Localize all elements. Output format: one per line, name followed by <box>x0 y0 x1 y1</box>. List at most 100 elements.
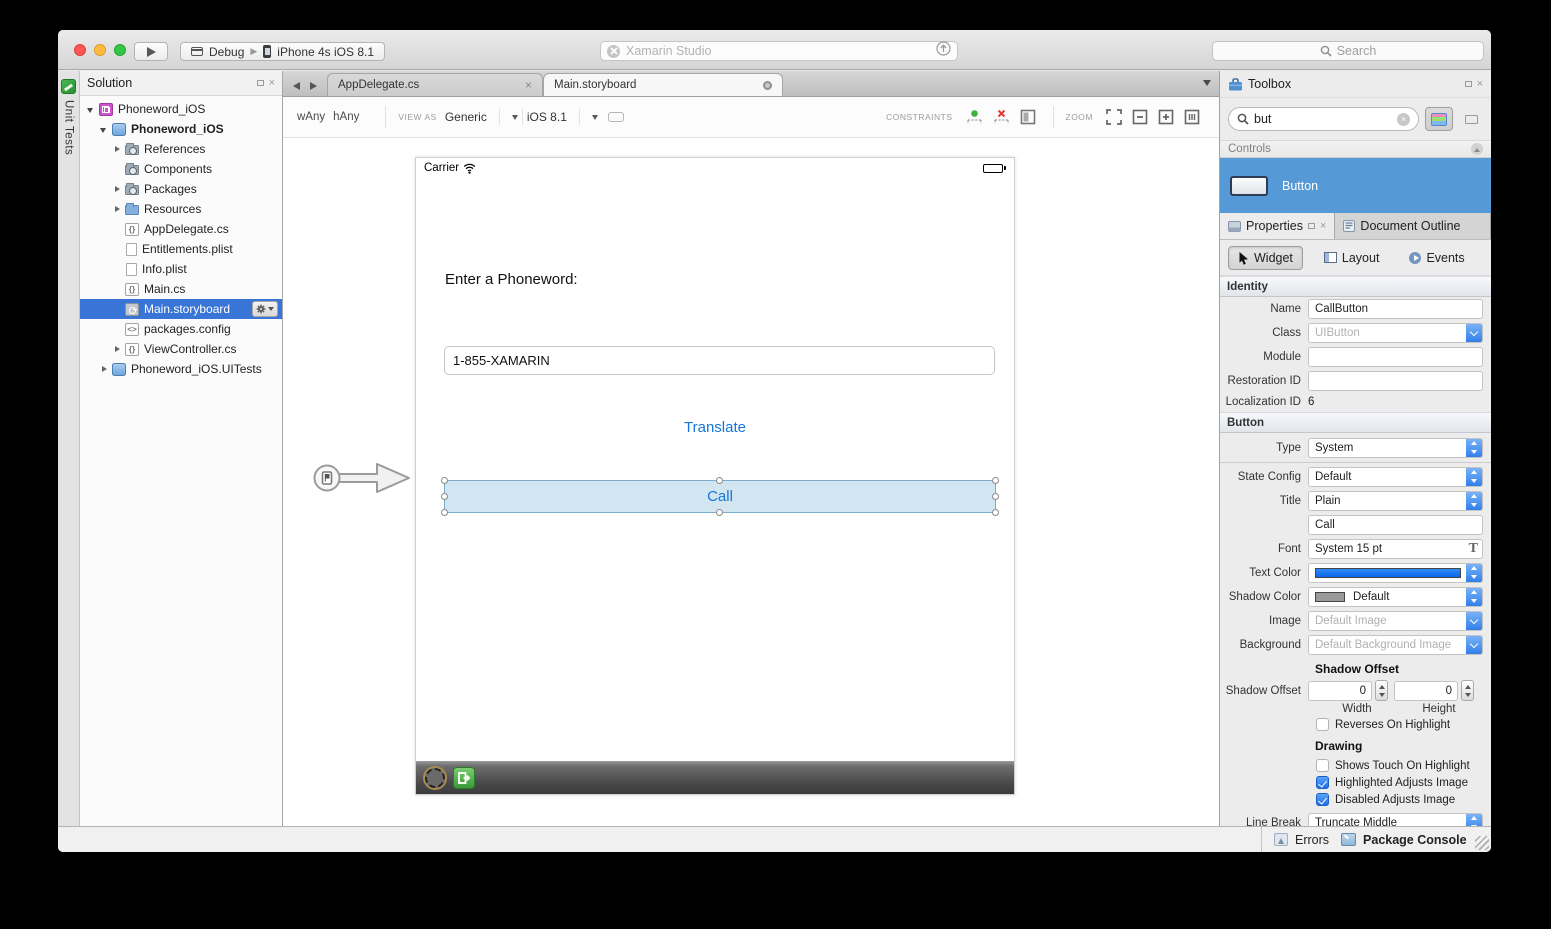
global-search-input[interactable]: Search <box>1212 41 1484 61</box>
navigate-back-icon[interactable] <box>293 82 300 90</box>
first-responder-icon[interactable] <box>425 768 445 788</box>
dropdown-chevron-icon[interactable] <box>1466 635 1483 655</box>
exit-segue-icon[interactable] <box>453 767 475 789</box>
mode-widget-button[interactable]: Widget <box>1228 246 1303 270</box>
disclosure-down-icon[interactable] <box>86 104 97 115</box>
clear-constraints-icon[interactable] <box>993 109 1010 126</box>
errors-pad-button[interactable]: Errors <box>1262 833 1329 847</box>
image-combo[interactable]: Default Image <box>1308 611 1483 631</box>
run-button[interactable] <box>134 42 168 61</box>
checkbox[interactable] <box>1316 759 1329 772</box>
tab-document-outline[interactable]: Document Outline <box>1335 213 1491 239</box>
resize-handle[interactable] <box>992 509 999 516</box>
drawing-option-shows-touch-on-highlight[interactable]: Shows Touch On Highlight <box>1316 758 1491 773</box>
tree-item-entitlements-plist[interactable]: Entitlements.plist <box>80 239 282 259</box>
zoom-in-icon[interactable] <box>1158 109 1174 125</box>
tree-item-viewcontroller-cs[interactable]: ViewController.cs <box>80 339 282 359</box>
background-combo[interactable]: Default Background Image <box>1308 635 1483 655</box>
class-combo[interactable]: UIButton <box>1308 323 1483 343</box>
tree-item-packages-config[interactable]: packages.config <box>80 319 282 339</box>
dropdown-chevron-icon[interactable] <box>1466 323 1483 343</box>
resize-handle[interactable] <box>992 493 999 500</box>
shadow-color-select[interactable]: Default <box>1308 587 1483 607</box>
reverses-on-highlight-row[interactable]: Reverses On Highlight <box>1316 717 1491 732</box>
os-version-selector[interactable]: iOS 8.1 <box>527 109 598 125</box>
prompt-label[interactable]: Enter a Phoneword: <box>445 271 578 288</box>
text-color-select[interactable] <box>1308 563 1483 583</box>
tree-item-main-storyboard[interactable]: Main.storyboard <box>80 299 282 319</box>
checkbox[interactable] <box>1316 718 1329 731</box>
stepper-icon[interactable] <box>1466 813 1483 827</box>
zoom-fit-icon[interactable] <box>1106 109 1122 125</box>
type-select[interactable]: System <box>1308 438 1483 458</box>
name-input[interactable]: CallButton <box>1308 299 1483 319</box>
tab-appdelegate[interactable]: AppDelegate.cs × <box>327 73 543 96</box>
view-as-selector[interactable]: Generic <box>445 109 518 125</box>
dock-pad-icon[interactable] <box>1465 81 1472 87</box>
mode-events-button[interactable]: Events <box>1400 246 1473 270</box>
resize-handle[interactable] <box>441 509 448 516</box>
view-controller-surface[interactable]: Carrier Enter a Phoneword: 1-855-XAMARIN… <box>415 157 1015 795</box>
close-pad-icon[interactable]: × <box>1320 221 1326 232</box>
minimize-window-button[interactable] <box>94 44 106 56</box>
tree-item-phoneword-ios-uitests[interactable]: Phoneword_iOS.UITests <box>80 359 282 379</box>
translate-button[interactable]: Translate <box>416 419 1014 436</box>
tab-list-dropdown-icon[interactable] <box>1203 80 1211 86</box>
disclosure-right-icon[interactable] <box>112 184 123 195</box>
tree-item-phoneword-ios[interactable]: Phoneword_iOS <box>80 119 282 139</box>
resolve-layout-icon[interactable] <box>1020 109 1036 125</box>
tree-item-resources[interactable]: Resources <box>80 199 282 219</box>
upload-icon[interactable] <box>936 41 951 61</box>
clear-search-icon[interactable]: × <box>1397 113 1410 126</box>
checkbox[interactable] <box>1316 776 1329 789</box>
drawing-option-highlighted-adjusts-image[interactable]: Highlighted Adjusts Image <box>1316 775 1491 790</box>
stepper-icon[interactable] <box>1466 491 1483 511</box>
resize-grip[interactable] <box>1475 836 1489 850</box>
font-picker-icon[interactable] <box>1469 541 1478 557</box>
toolbox-controls-section[interactable]: Controls <box>1220 141 1491 158</box>
close-window-button[interactable] <box>74 44 86 56</box>
tree-item-appdelegate-cs[interactable]: AppDelegate.cs <box>80 219 282 239</box>
tree-item-info-plist[interactable]: Info.plist <box>80 259 282 279</box>
title-select[interactable]: Plain <box>1308 491 1483 511</box>
phoneword-text-field[interactable]: 1-855-XAMARIN <box>444 346 995 375</box>
add-constraints-icon[interactable] <box>966 109 983 126</box>
dropdown-chevron-icon[interactable] <box>1466 611 1483 631</box>
item-options-gear-button[interactable] <box>252 301 278 317</box>
tab-properties[interactable]: Properties × <box>1220 213 1335 239</box>
mode-layout-button[interactable]: Layout <box>1315 246 1389 270</box>
disclosure-right-icon[interactable] <box>112 204 123 215</box>
resize-handle[interactable] <box>441 493 448 500</box>
tree-item-main-cs[interactable]: Main.cs <box>80 279 282 299</box>
close-pad-icon[interactable]: × <box>1477 79 1483 90</box>
module-input[interactable] <box>1308 347 1483 367</box>
resize-handle[interactable] <box>992 477 999 484</box>
navigate-forward-icon[interactable] <box>310 82 317 90</box>
font-input[interactable]: System 15 pt <box>1308 539 1483 559</box>
disclosure-down-icon[interactable] <box>99 124 110 135</box>
zoom-window-button[interactable] <box>114 44 126 56</box>
toolbox-item-button[interactable]: Button <box>1220 158 1491 213</box>
resize-handle[interactable] <box>716 509 723 516</box>
call-button-selected[interactable]: Call <box>444 480 996 513</box>
resize-toggle[interactable] <box>608 112 624 122</box>
dock-pad-icon[interactable] <box>257 80 264 86</box>
build-target-selector[interactable]: Debug ▶ iPhone 4s iOS 8.1 <box>180 42 385 61</box>
tab-main-storyboard[interactable]: Main.storyboard <box>543 73 783 96</box>
dock-pad-icon[interactable] <box>1308 223 1315 229</box>
disclosure-right-icon[interactable] <box>112 144 123 155</box>
title-text-input[interactable]: Call <box>1308 515 1483 535</box>
shadow-height-input[interactable]: 0 <box>1394 681 1458 701</box>
stepper-icon[interactable] <box>1466 467 1483 487</box>
tree-item-components[interactable]: Components <box>80 159 282 179</box>
drawing-option-disabled-adjusts-image[interactable]: Disabled Adjusts Image <box>1316 792 1491 807</box>
disclosure-right-icon[interactable] <box>112 344 123 355</box>
tree-item-packages[interactable]: Packages <box>80 179 282 199</box>
tree-item-phoneword-ios[interactable]: Phoneword_iOS <box>80 99 282 119</box>
checkbox[interactable] <box>1316 793 1329 806</box>
tree-item-references[interactable]: References <box>80 139 282 159</box>
resize-handle[interactable] <box>716 477 723 484</box>
zoom-out-icon[interactable] <box>1132 109 1148 125</box>
shadow-width-input[interactable]: 0 <box>1308 681 1372 701</box>
toolbox-search-input[interactable]: but × <box>1228 107 1419 131</box>
